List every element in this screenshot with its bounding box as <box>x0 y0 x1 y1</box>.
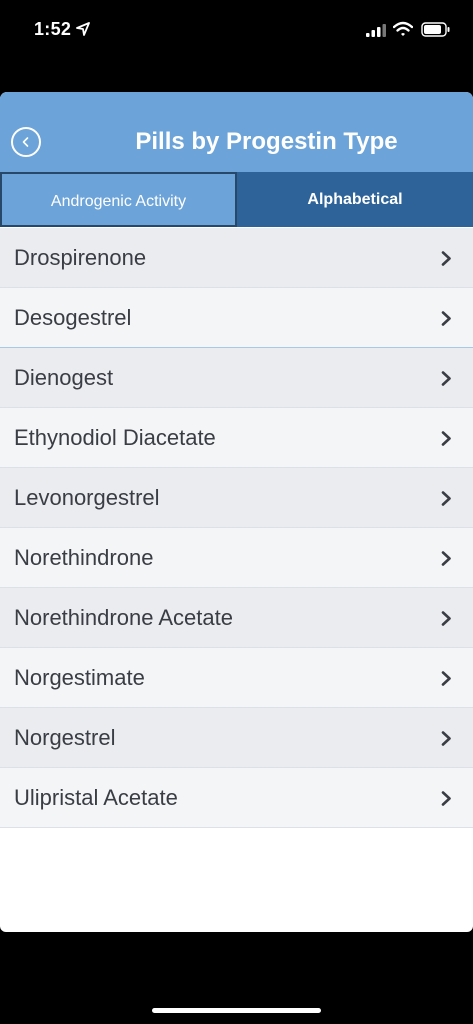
chevron-right-icon <box>441 551 451 566</box>
list-item[interactable]: Dienogest <box>0 348 473 408</box>
wifi-icon <box>393 21 413 36</box>
list-item[interactable]: Norethindrone Acetate <box>0 588 473 648</box>
status-time: 1:52 <box>34 19 72 39</box>
list-item-label: Levonorgestrel <box>14 485 160 510</box>
list-item-label: Ulipristal Acetate <box>14 785 178 810</box>
list-item-label: Norgestrel <box>14 725 116 750</box>
location-arrow-icon <box>76 22 90 36</box>
chevron-right-icon <box>441 371 451 386</box>
chevron-right-icon <box>441 731 451 746</box>
cellular-signal-icon <box>366 24 386 37</box>
list-item[interactable]: Drospirenone <box>0 228 473 288</box>
tab-androgenic-activity[interactable]: Androgenic Activity <box>0 172 237 227</box>
list-item[interactable]: Ulipristal Acetate <box>0 768 473 828</box>
progestin-list: Drospirenone Desogestrel Dienogest Ethyn… <box>0 228 473 828</box>
chevron-right-icon <box>441 491 451 506</box>
chevron-right-icon <box>441 251 451 266</box>
chevron-right-icon <box>441 671 451 686</box>
list-item-label: Dienogest <box>14 365 114 390</box>
chevron-right-icon <box>441 311 451 326</box>
list-item-label: Norgestimate <box>14 665 145 690</box>
list-item[interactable]: Norgestimate <box>0 648 473 708</box>
battery-icon <box>421 22 450 37</box>
nav-bar: Pills by Progestin Type <box>0 92 473 172</box>
tab-alphabetical[interactable]: Alphabetical <box>237 172 473 227</box>
app-window: Pills by Progestin Type Androgenic Activ… <box>0 92 473 932</box>
chevron-right-icon <box>441 431 451 446</box>
chevron-right-icon <box>441 791 451 806</box>
list-item[interactable]: Desogestrel <box>0 288 473 348</box>
status-bar: 1:52 <box>0 0 473 60</box>
list-item[interactable]: Ethynodiol Diacetate <box>0 408 473 468</box>
list-item[interactable]: Norethindrone <box>0 528 473 588</box>
home-indicator[interactable] <box>152 1008 321 1013</box>
list-item-label: Drospirenone <box>14 245 147 270</box>
back-chevron-icon <box>22 137 29 147</box>
list-item[interactable]: Norgestrel <box>0 708 473 768</box>
list-item[interactable]: Levonorgestrel <box>0 468 473 528</box>
page-title: Pills by Progestin Type <box>135 128 398 155</box>
list-item-label: Norethindrone Acetate <box>14 605 233 630</box>
list-item-label: Ethynodiol Diacetate <box>14 425 216 450</box>
chevron-right-icon <box>441 611 451 626</box>
back-button[interactable] <box>11 127 41 157</box>
list-item-label: Norethindrone <box>14 545 154 570</box>
list-item-label: Desogestrel <box>14 305 132 330</box>
